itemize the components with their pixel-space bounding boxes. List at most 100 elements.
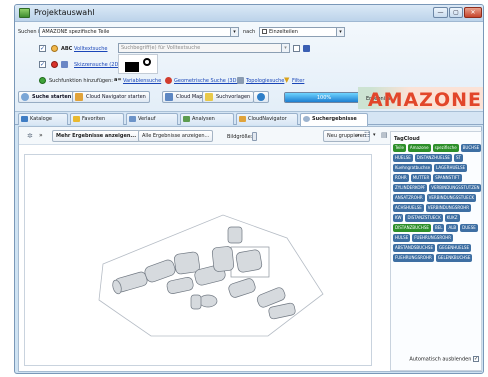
start-search-label: Suche starten bbox=[32, 94, 72, 100]
tag-item[interactable]: Teile bbox=[393, 144, 406, 152]
tag-item[interactable]: DUESE bbox=[460, 224, 478, 232]
search-panel: Suchen in AMAZONE spezifische Teile ▾ na… bbox=[15, 22, 483, 112]
tag-item[interactable]: BEL bbox=[432, 224, 445, 232]
tag-item[interactable]: KW bbox=[393, 214, 404, 222]
more-results-button[interactable]: Mehr Ergebnisse anzeigen... bbox=[52, 130, 141, 142]
close-button[interactable]: ✕ bbox=[464, 7, 482, 18]
tab-favorites[interactable]: Favoriten bbox=[70, 113, 124, 125]
gear-icon[interactable]: ✲ bbox=[27, 132, 33, 140]
list-view-icon[interactable]: ☷ bbox=[364, 131, 370, 139]
tag-item[interactable]: FUEHRUNGSROHR bbox=[412, 234, 454, 242]
tab-catalogs[interactable]: Kataloge bbox=[18, 113, 68, 125]
tag-item[interactable]: HUELSE bbox=[393, 154, 413, 162]
maximize-button[interactable]: ▢ bbox=[449, 7, 463, 18]
tab-search-results[interactable]: Suchergebnisse bbox=[300, 113, 368, 126]
amazone-logo: Ergebniss AMAZONE bbox=[358, 87, 483, 109]
eraser-icon[interactable] bbox=[303, 45, 310, 52]
tag-item[interactable]: VERBINDUNGSSTUECK bbox=[426, 194, 477, 202]
search-results-panel: ✲ » Mehr Ergebnisse anzeigen... Alle Erg… bbox=[18, 126, 482, 372]
start-search-button[interactable]: Suche starten bbox=[18, 91, 76, 103]
chevron-down-icon[interactable]: ▾ bbox=[230, 28, 238, 36]
image-size-slider[interactable] bbox=[252, 132, 257, 141]
autohide-label: Automatisch ausblenden bbox=[409, 356, 472, 362]
forward-icon[interactable]: » bbox=[39, 132, 43, 139]
tag-item[interactable]: KUKZ bbox=[444, 214, 460, 222]
star-icon bbox=[73, 116, 80, 122]
tag-item[interactable]: FUEHRUNGSROHR bbox=[393, 254, 434, 262]
tag-item[interactable]: SPANNSTIFT bbox=[433, 174, 462, 182]
sketch-shape bbox=[125, 62, 139, 72]
cloud-map-button[interactable]: Cloud Map bbox=[162, 91, 207, 103]
tag-item[interactable]: ROHR bbox=[393, 174, 409, 182]
fulltext-input[interactable]: Suchbegriff(e) für Volltextsuche ▾ bbox=[118, 43, 290, 53]
tag-item[interactable]: ABSTANDSBUCHSE bbox=[393, 244, 435, 252]
autohide-toggle[interactable]: Automatisch ausblenden ✓ bbox=[409, 355, 479, 362]
tag-item[interactable]: GEGENHUELSE bbox=[436, 244, 471, 252]
filter-link[interactable]: Filter bbox=[292, 78, 304, 84]
tag-item[interactable]: DISTANZHUELSE bbox=[414, 154, 452, 162]
sketch-circle bbox=[143, 58, 151, 66]
topology-search-link[interactable]: Topologiesuche bbox=[246, 78, 284, 84]
sketch-checkbox[interactable]: ✓ bbox=[39, 61, 46, 68]
tag-item[interactable]: ALB bbox=[446, 224, 459, 232]
cloud-navigator-start-button[interactable]: Cloud Navigator starten bbox=[72, 91, 150, 103]
filter-icon: ▼ bbox=[284, 76, 290, 84]
topology-icon bbox=[237, 77, 244, 84]
search-templates-label: Suchvorlagen bbox=[216, 94, 251, 100]
tab-history[interactable]: Verlauf bbox=[126, 113, 178, 125]
search-mode-select[interactable]: Einzelteilen ▾ bbox=[259, 27, 345, 37]
tag-item[interactable]: MUTTER bbox=[410, 174, 432, 182]
sketch-search-link[interactable]: Skizzensuche (2D) bbox=[74, 62, 120, 68]
results-3d-view[interactable] bbox=[24, 154, 372, 366]
tab-search-results-label: Suchergebnisse bbox=[312, 116, 357, 122]
tag-item[interactable]: ACHSHUELSE bbox=[393, 204, 424, 212]
history-icon bbox=[129, 116, 136, 122]
tab-cloudnavigator[interactable]: CloudNavigator bbox=[236, 113, 298, 125]
fulltext-checkbox[interactable]: ✓ bbox=[39, 45, 46, 52]
tag-item[interactable]: LAGERHUELSE bbox=[434, 164, 468, 172]
regroup-button[interactable]: Neu gruppieren bbox=[323, 130, 370, 142]
search-icon bbox=[303, 116, 310, 122]
part-shape bbox=[190, 294, 202, 310]
tag-item[interactable]: GELENKBUCHSE bbox=[435, 254, 473, 262]
tag-item[interactable]: VERBINDUNGSROHR bbox=[425, 204, 472, 212]
variable-search-link[interactable]: Variablensuche bbox=[123, 78, 161, 84]
forward-icon[interactable]: » bbox=[356, 132, 360, 139]
geometric-search-link[interactable]: Geometrische Suche (3D) bbox=[174, 78, 238, 84]
search-templates-button[interactable]: Suchvorlagen bbox=[202, 91, 255, 103]
chevron-down-icon[interactable]: ▾ bbox=[281, 44, 289, 52]
all-results-button[interactable]: Alle Ergebnisse anzeigen... bbox=[138, 130, 214, 142]
part-shape bbox=[211, 246, 235, 272]
help-button[interactable] bbox=[253, 91, 269, 103]
tag-item[interactable]: spezifische bbox=[432, 144, 459, 152]
tag-item[interactable]: ST bbox=[453, 154, 463, 162]
tag-item[interactable]: Kuehngratbuchse bbox=[393, 164, 433, 172]
part-shape bbox=[227, 226, 243, 244]
tag-item[interactable]: DISTANZBUCHSE bbox=[393, 224, 431, 232]
progress-text: 100% bbox=[316, 95, 332, 101]
detail-view-icon[interactable]: ▤ bbox=[381, 131, 388, 139]
fulltext-search-link[interactable]: Volltextsuche bbox=[74, 46, 108, 52]
tag-item[interactable]: DISTANZSTUECK bbox=[405, 214, 443, 222]
geometric-icon bbox=[165, 77, 172, 84]
tag-item[interactable]: Amazone bbox=[407, 144, 431, 152]
tag-item[interactable]: HULSE bbox=[393, 234, 411, 242]
title-bar[interactable]: Projektauswahl — ▢ ✕ bbox=[15, 5, 483, 22]
sketch-preview[interactable] bbox=[118, 54, 158, 74]
catalog-icon bbox=[21, 116, 28, 122]
image-size-label: Bildgröße: bbox=[227, 134, 253, 140]
minimize-button[interactable]: — bbox=[433, 7, 448, 18]
chevron-down-icon[interactable]: ▾ bbox=[336, 28, 344, 36]
search-scope-select[interactable]: AMAZONE spezifische Teile ▾ bbox=[39, 27, 239, 37]
tag-item[interactable]: ZYLINDERKOPF bbox=[393, 184, 428, 192]
chevron-down-icon[interactable]: ▾ bbox=[373, 132, 376, 138]
tag-item[interactable]: VERBINDUNGSSTUTZEN bbox=[429, 184, 482, 192]
tab-analyses[interactable]: Analysen bbox=[180, 113, 234, 125]
fulltext-option-checkbox[interactable] bbox=[293, 45, 300, 52]
search-mode-value: Einzelteilen bbox=[269, 29, 298, 35]
autohide-checkbox[interactable]: ✓ bbox=[473, 355, 479, 362]
tag-item[interactable]: BUCHSE bbox=[460, 144, 482, 152]
tag-item[interactable]: ANSATZROHR bbox=[393, 194, 425, 202]
stop-icon[interactable] bbox=[51, 61, 58, 68]
tab-cloudnavigator-label: CloudNavigator bbox=[248, 116, 287, 122]
